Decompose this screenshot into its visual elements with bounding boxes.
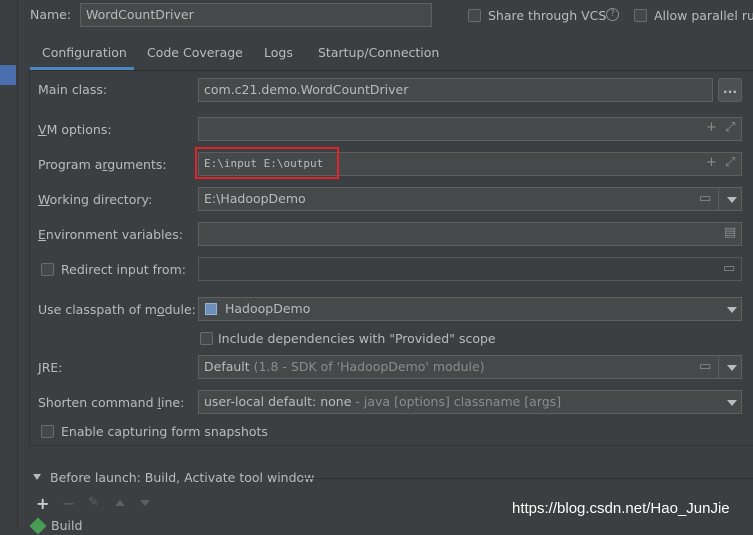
folder-icon[interactable]: ▭ bbox=[723, 262, 735, 275]
vm-options-label: VM options: bbox=[38, 122, 112, 137]
document-icon[interactable]: ▤ bbox=[724, 226, 736, 239]
remove-icon[interactable]: − bbox=[62, 494, 75, 513]
share-vcs-label[interactable]: Share through VCS bbox=[488, 8, 606, 23]
redirect-input-label[interactable]: Redirect input from: bbox=[61, 262, 186, 277]
include-deps-label[interactable]: Include dependencies with "Provided" sco… bbox=[218, 331, 496, 346]
redirect-input-field[interactable] bbox=[198, 257, 742, 281]
jre-select[interactable]: Default (1.8 - SDK of 'HadoopDemo' modul… bbox=[198, 355, 742, 379]
chevron-down-icon[interactable] bbox=[727, 400, 737, 406]
working-dir-label: Working directory: bbox=[38, 192, 153, 207]
dropdown-divider bbox=[718, 356, 719, 378]
share-vcs-checkbox[interactable] bbox=[468, 9, 481, 22]
highlight-box bbox=[195, 147, 339, 179]
program-args-label: Program arguments: bbox=[38, 157, 167, 172]
main-class-input[interactable]: com.c21.demo.WordCountDriver bbox=[198, 78, 713, 102]
watermark: https://blog.csdn.net/Hao_JunJie bbox=[512, 500, 730, 517]
snapshots-label[interactable]: Enable capturing form snapshots bbox=[61, 424, 268, 439]
jre-value: Default bbox=[204, 359, 250, 374]
before-launch-title[interactable]: Before launch: Build, Activate tool wind… bbox=[50, 470, 314, 485]
chevron-down-icon[interactable] bbox=[727, 197, 737, 203]
env-vars-label: Environment variables: bbox=[38, 227, 183, 242]
move-up-icon[interactable] bbox=[115, 500, 125, 506]
folder-icon[interactable]: ▭ bbox=[699, 360, 711, 373]
shorten-value: user-local default: none bbox=[204, 394, 352, 409]
classpath-label: Use classpath of module: bbox=[38, 302, 196, 317]
shorten-detail: - java [options] classname [args] bbox=[355, 394, 562, 409]
shorten-label: Shorten command line: bbox=[38, 395, 185, 410]
env-vars-input[interactable] bbox=[198, 222, 742, 246]
expand-editor-icon[interactable]: ⤢ bbox=[725, 121, 735, 134]
collapse-arrow-icon[interactable] bbox=[33, 474, 41, 480]
shorten-select[interactable]: user-local default: none - java [options… bbox=[198, 390, 742, 414]
snapshots-checkbox[interactable] bbox=[41, 425, 54, 438]
dropdown-divider bbox=[718, 188, 719, 210]
main-class-label: Main class: bbox=[38, 82, 108, 97]
build-item-label[interactable]: Build bbox=[51, 518, 82, 533]
build-icon bbox=[29, 517, 47, 535]
expand-plus-icon[interactable]: + bbox=[706, 156, 717, 169]
parallel-run-checkbox[interactable] bbox=[634, 9, 647, 22]
chevron-down-icon[interactable] bbox=[727, 307, 737, 313]
tab-configuration[interactable]: Configuration bbox=[42, 45, 127, 60]
tab-startup-connection[interactable]: Startup/Connection bbox=[318, 45, 439, 60]
edit-icon[interactable]: ✎ bbox=[88, 495, 99, 510]
help-icon[interactable]: ? bbox=[606, 8, 619, 21]
classpath-select[interactable]: HadoopDemo bbox=[198, 297, 742, 321]
tab-code-coverage[interactable]: Code Coverage bbox=[147, 45, 243, 60]
config-list-selection[interactable] bbox=[0, 65, 16, 85]
working-dir-input[interactable]: E:\HadoopDemo bbox=[198, 187, 742, 211]
name-input[interactable]: WordCountDriver bbox=[80, 3, 432, 27]
vm-options-input[interactable] bbox=[198, 117, 742, 141]
expand-plus-icon[interactable]: + bbox=[706, 121, 717, 134]
jre-label: JRE: bbox=[38, 360, 63, 375]
name-label: Name: bbox=[30, 7, 72, 22]
move-down-icon[interactable] bbox=[140, 500, 150, 506]
chevron-down-icon[interactable] bbox=[727, 365, 737, 371]
add-icon[interactable]: + bbox=[36, 494, 49, 513]
module-icon bbox=[205, 303, 217, 315]
section-divider bbox=[300, 478, 753, 479]
redirect-input-checkbox[interactable] bbox=[41, 263, 54, 276]
tab-logs[interactable]: Logs bbox=[264, 45, 293, 60]
parallel-run-label[interactable]: Allow parallel run bbox=[654, 8, 753, 23]
browse-main-class-button[interactable]: ... bbox=[718, 78, 742, 102]
jre-detail: (1.8 - SDK of 'HadoopDemo' module) bbox=[253, 359, 485, 374]
include-deps-checkbox[interactable] bbox=[200, 332, 213, 345]
expand-editor-icon[interactable]: ⤢ bbox=[725, 156, 735, 169]
folder-icon[interactable]: ▭ bbox=[699, 192, 711, 205]
